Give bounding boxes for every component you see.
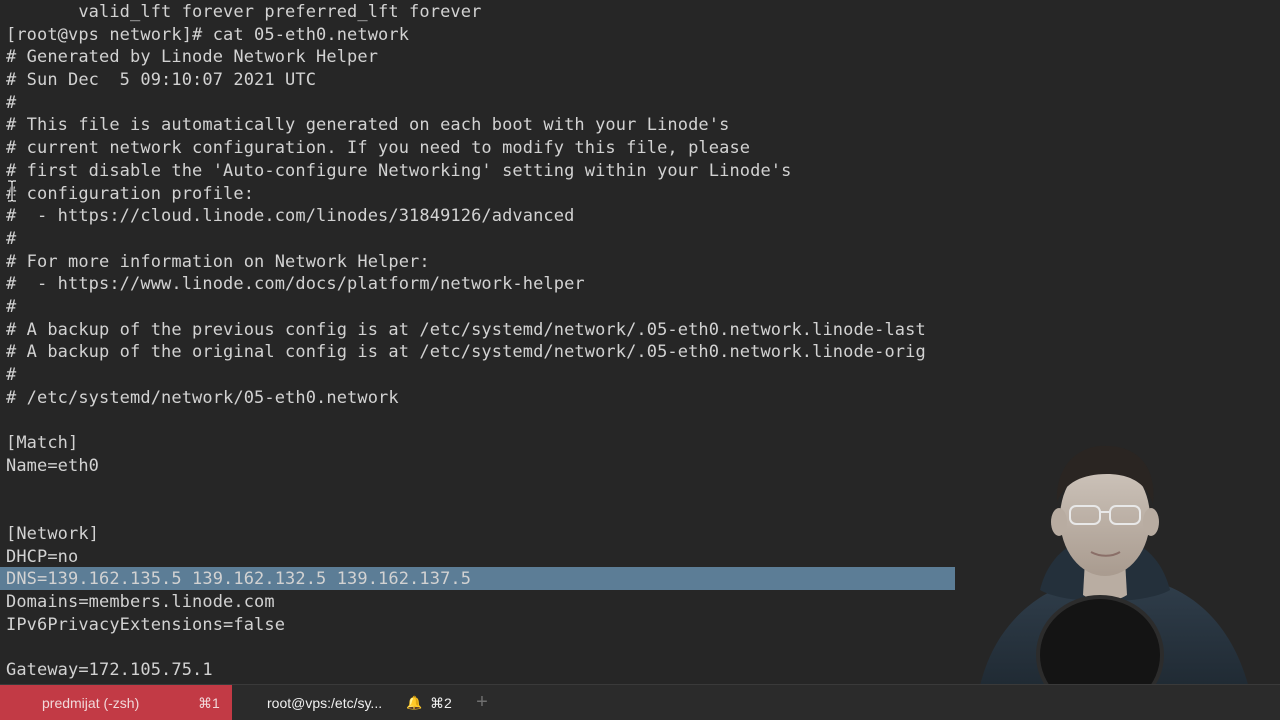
terminal-line: # first disable the 'Auto-configure Netw… [6, 160, 792, 181]
terminal-line: # [6, 228, 17, 249]
terminal-output[interactable]: valid_lft forever preferred_lft forever[… [6, 1, 926, 682]
terminal-line: Name=eth0 [6, 455, 100, 476]
terminal-line: [root@vps network]# cat 05-eth0.network [6, 24, 410, 45]
terminal-line: # A backup of the original config is at … [6, 342, 926, 363]
terminal-line: # configuration profile: [6, 183, 255, 204]
terminal-line: IPv6PrivacyExtensions=false [6, 614, 286, 635]
tab-shortcut: ⌘2 [430, 695, 452, 711]
terminal-line: # current network configuration. If you … [6, 138, 751, 159]
tab-bar: predmijat (-zsh) ⌘1 root@vps:/etc/sy... … [0, 684, 1280, 720]
terminal-line-selected: DNS=139.162.135.5 139.162.132.5 139.162.… [6, 569, 472, 590]
tab-predmijat[interactable]: predmijat (-zsh) ⌘1 [0, 685, 232, 720]
tab-title: root@vps:/etc/sy... [267, 695, 383, 711]
terminal-line: # [6, 365, 17, 385]
terminal-line: Gateway=172.105.75.1 [6, 659, 213, 680]
tab-shortcut: ⌘1 [198, 695, 220, 711]
webcam-overlay [955, 440, 1280, 720]
terminal-line: # - https://cloud.linode.com/linodes/318… [6, 206, 575, 227]
ibeam-cursor-icon [8, 180, 16, 202]
tab-root-vps[interactable]: root@vps:/etc/sy... 🔔 ⌘2 [232, 685, 464, 720]
terminal-line: valid_lft forever preferred_lft forever [6, 2, 482, 22]
tab-title: predmijat (-zsh) [42, 695, 140, 711]
terminal-line: [Network] [6, 523, 100, 544]
terminal-line: DHCP=no [6, 546, 79, 567]
terminal-line: # For more information on Network Helper… [6, 251, 430, 272]
bell-icon: 🔔 [406, 695, 423, 710]
terminal-line: # - https://www.linode.com/docs/platform… [6, 274, 585, 295]
terminal-line: # [6, 92, 17, 113]
plus-icon[interactable]: + [472, 685, 492, 720]
terminal-line: # [6, 296, 17, 317]
terminal-line: # Sun Dec 5 09:10:07 2021 UTC [6, 70, 317, 91]
terminal-line: [Match] [6, 433, 79, 454]
terminal-line: # This file is automatically generated o… [6, 115, 730, 136]
terminal-line: # A backup of the previous config is at … [6, 319, 926, 340]
terminal-line: # /etc/systemd/network/05-eth0.network [6, 387, 399, 408]
terminal-line: # Generated by Linode Network Helper [6, 47, 379, 68]
terminal-line: Domains=members.linode.com [6, 591, 275, 612]
